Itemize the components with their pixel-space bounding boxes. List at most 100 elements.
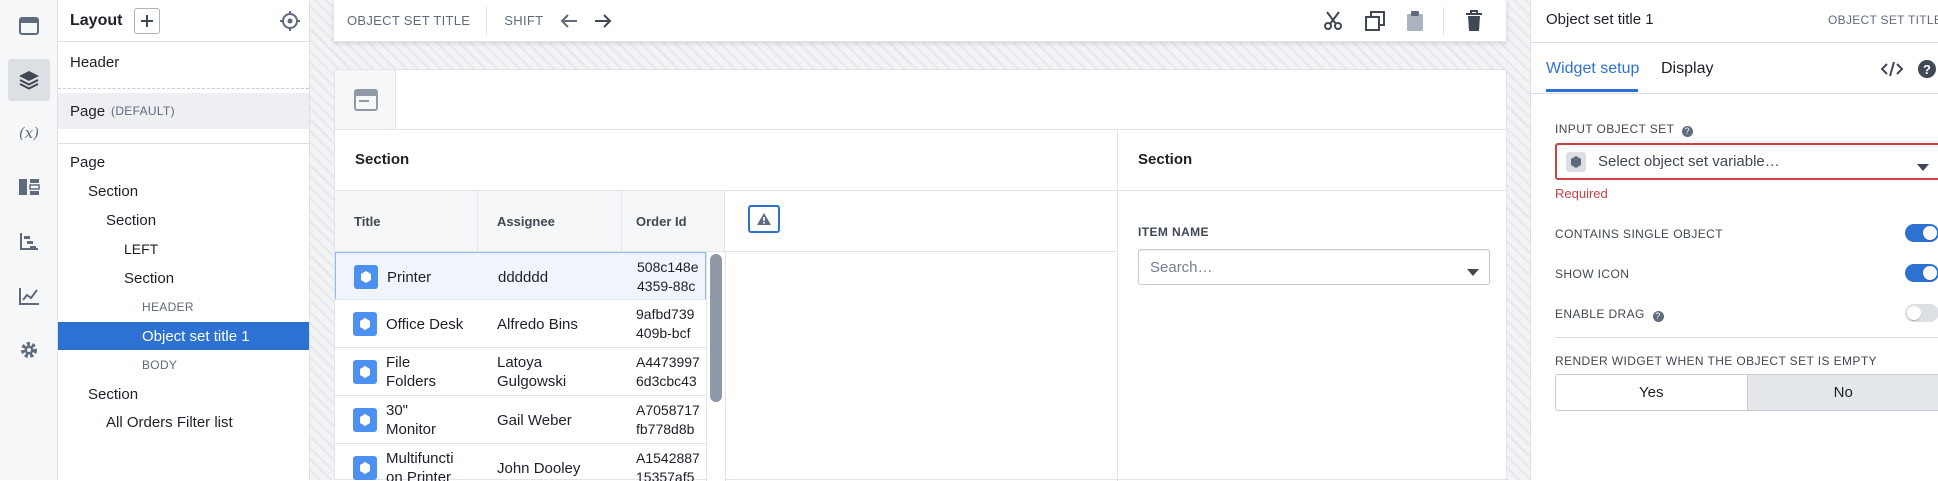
tree-item-section[interactable]: Section (58, 206, 309, 234)
render-empty-label: RENDER WIDGET WHEN THE OBJECT SET IS EMP… (1555, 354, 1877, 368)
cube-icon (353, 408, 377, 432)
table-cell-title: Multifuncti on Printer (386, 444, 478, 481)
table-cell-order-id: 9afbd739 409b-bcf (636, 300, 706, 348)
cube-icon (353, 456, 377, 480)
table-cell-assignee: Alfredo Bins (497, 300, 617, 348)
widget-type-label: OBJECT SET TITLE (1828, 13, 1938, 27)
column-header-order-id[interactable]: Order Id (622, 191, 725, 251)
section-title: Section (355, 151, 409, 168)
tree-item-body-slot[interactable]: BODY (58, 351, 309, 379)
tree-item-left[interactable]: LEFT (58, 235, 309, 263)
table-cell-order-id: A1542887 15357af5 (636, 444, 706, 481)
divider (1118, 190, 1508, 191)
contains-single-object-label: CONTAINS SINGLE OBJECT (1555, 227, 1723, 241)
divider (725, 251, 1117, 252)
help-icon[interactable]: ? (1682, 126, 1693, 137)
tab-widget-setup[interactable]: Widget setup (1546, 60, 1639, 78)
filter-label: ITEM NAME (1138, 225, 1209, 239)
scrollbar-thumb[interactable] (710, 254, 722, 402)
layout-panel: Layout Header Page (DEFAULT) Page Sectio… (58, 0, 310, 480)
caret-down-icon (1467, 264, 1479, 282)
show-icon-label: SHOW ICON (1555, 267, 1629, 281)
cut-icon[interactable] (1323, 11, 1343, 36)
divider (1531, 93, 1938, 94)
arrow-right-icon[interactable] (594, 13, 612, 29)
layers-icon[interactable] (8, 59, 50, 101)
help-icon[interactable]: ? (1918, 60, 1936, 78)
duplicate-icon[interactable] (1365, 11, 1385, 36)
shift-label: SHIFT (504, 13, 543, 28)
enable-drag-toggle[interactable] (1905, 304, 1938, 322)
divider (1531, 42, 1938, 43)
scrollbar-track[interactable] (706, 252, 725, 481)
object-table: Title Assignee Order Id Printerdddddd508… (335, 191, 1117, 481)
cube-icon (354, 265, 378, 289)
page-icon (354, 89, 378, 116)
panel-title: Object set title 1 (1546, 11, 1654, 28)
object-set-variable-select[interactable]: Select object set variable… (1555, 143, 1938, 180)
table-row[interactable]: 30" MonitorGail WeberA7058717 fb778d8b (335, 396, 706, 444)
help-icon[interactable]: ? (1653, 311, 1664, 322)
column-header-assignee[interactable]: Assignee (478, 191, 622, 251)
properties-panel: Object set title 1 OBJECT SET TITLE Widg… (1530, 0, 1938, 480)
clipboard-icon[interactable] (1406, 10, 1424, 37)
warning-icon[interactable] (748, 205, 780, 233)
variables-icon[interactable]: (x) (8, 112, 50, 154)
target-icon[interactable] (280, 11, 300, 36)
cube-icon (353, 360, 377, 384)
cube-icon (353, 312, 377, 336)
layout-title: Layout (70, 12, 122, 30)
no-button[interactable]: No (1748, 375, 1938, 410)
page-icon[interactable] (8, 5, 50, 47)
table-cell-assignee: Gail Weber (497, 396, 617, 444)
header-widget[interactable] (335, 70, 396, 129)
divider (1443, 7, 1444, 35)
caret-down-icon (1917, 159, 1929, 177)
tree-item-section[interactable]: Section (58, 177, 309, 205)
enable-drag-label: ENABLE DRAG ? (1555, 307, 1664, 322)
widget-type-label: OBJECT SET TITLE (347, 13, 470, 28)
show-icon-toggle[interactable] (1905, 264, 1938, 282)
table-cell-order-id: 508c148e 4359-88c (637, 253, 707, 301)
column-header-title[interactable]: Title (335, 191, 478, 251)
default-tag: (DEFAULT) (111, 104, 175, 118)
tab-display[interactable]: Display (1661, 60, 1713, 78)
table-row[interactable]: Multifuncti on Printer John Dooley A154288… (335, 444, 706, 481)
divider (725, 252, 726, 481)
tree-item-header-slot[interactable]: HEADER (58, 293, 309, 321)
yes-button[interactable]: Yes (1556, 375, 1748, 410)
table-row[interactable]: Printerdddddd508c148e 4359-88c (335, 252, 706, 300)
table-row[interactable]: File FoldersLatoya GulgowskiA4473997 6d3… (335, 348, 706, 396)
add-icon[interactable] (134, 8, 160, 34)
chart-icon[interactable] (8, 275, 50, 317)
table-row[interactable]: Office DeskAlfredo Bins9afbd739 409b-bcf (335, 300, 706, 348)
page-card: Section Title Assignee Order Id Printerd… (334, 69, 1507, 480)
arrow-left-icon[interactable] (560, 13, 578, 29)
tree-item-page-default[interactable]: Page (DEFAULT) (58, 93, 309, 129)
search-placeholder: Search… (1150, 259, 1213, 276)
table-cell-assignee: John Dooley (497, 444, 617, 481)
table-cell-order-id: A4473997 6d3cbc43 (636, 348, 706, 396)
contains-single-object-toggle[interactable] (1905, 224, 1938, 242)
tree-item-section[interactable]: Section (58, 264, 309, 292)
tree-item-header[interactable]: Header (58, 48, 309, 76)
code-icon[interactable] (1881, 61, 1903, 82)
tree-item-filter-list[interactable]: All Orders Filter list (58, 408, 309, 436)
section-title: Section (1138, 151, 1192, 168)
table-cell-assignee: dddddd (498, 253, 618, 301)
tree-item-section[interactable]: Section (58, 380, 309, 408)
trash-icon[interactable] (1465, 10, 1483, 37)
divider (58, 143, 309, 144)
gear-icon[interactable] (8, 329, 50, 371)
widgets-icon[interactable] (8, 166, 50, 208)
tree-item-page[interactable]: Page (58, 148, 309, 176)
hierarchy-icon[interactable] (8, 220, 50, 262)
left-section: Section Title Assignee Order Id Printerd… (335, 130, 1118, 481)
tab-indicator (1546, 89, 1638, 92)
table-cell-title: File Folders (386, 348, 478, 396)
divider (58, 88, 309, 89)
item-name-search-input[interactable]: Search… (1138, 249, 1490, 285)
tree-item-object-set-title[interactable]: Object set title 1 (58, 322, 309, 350)
divider (486, 7, 487, 35)
render-empty-segmented: Yes No (1555, 374, 1938, 411)
